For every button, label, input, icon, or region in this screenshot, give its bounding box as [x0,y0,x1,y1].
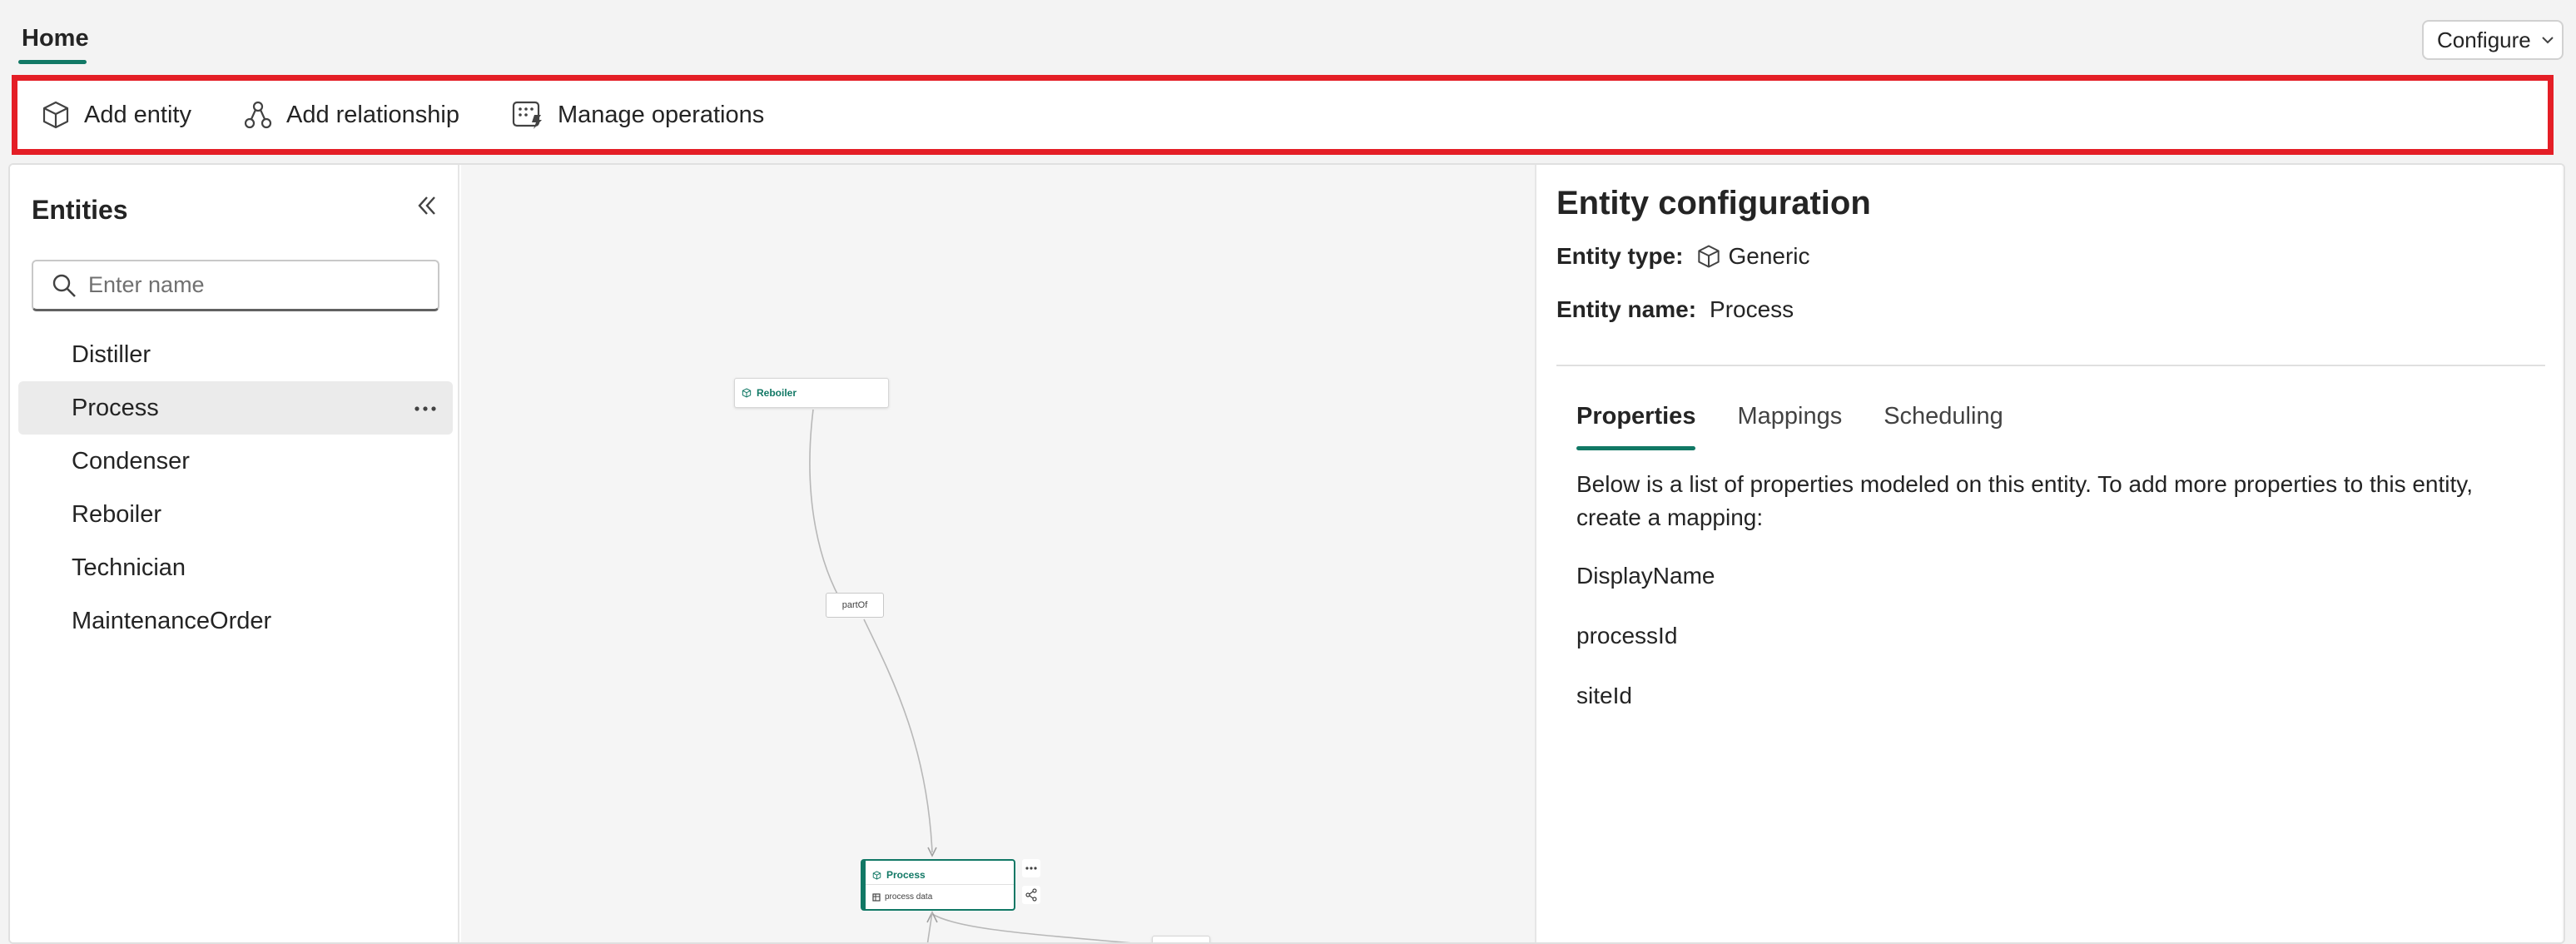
property-item: processId [1576,623,1678,648]
entity-search-input[interactable] [88,272,421,298]
add-relationship-button[interactable]: Add relationship [243,90,459,140]
entity-item-reboiler[interactable]: Reboiler [18,488,453,541]
manage-operations-button[interactable]: Manage operations [511,90,764,140]
config-tabs: Properties Mappings Scheduling [1576,403,2045,455]
table-icon [872,892,881,902]
top-bar: Home Configure [0,0,2576,75]
entity-name-row: Entity name: Process [1556,296,1794,323]
entity-item-label: Technician [72,554,186,581]
entity-configuration-pane: Entity configuration Entity type: Generi… [1535,165,2564,942]
entity-item-condenser[interactable]: Condenser [18,435,453,488]
graph-node-subtitle: process data [872,892,932,902]
add-entity-label: Add entity [84,101,191,128]
collapse-pane-icon[interactable] [414,193,439,222]
cube-icon [742,388,752,398]
entity-search-box[interactable] [32,260,439,311]
config-title: Entity configuration [1556,185,1871,221]
node-more-options-icon[interactable] [1022,859,1040,877]
graph-edges [809,409,1131,942]
entities-title: Entities [32,195,128,225]
divider [1556,365,2545,366]
divider [866,884,1014,885]
node-share-icon[interactable] [1022,886,1040,904]
configure-button[interactable]: Configure [2422,20,2564,60]
more-options-icon[interactable] [413,398,438,425]
entities-pane: Entities Distiller Process Condenser Reb… [10,165,459,942]
entity-item-label: MaintenanceOrder [72,607,272,634]
entity-item-process[interactable]: Process [18,381,453,435]
tab-mappings[interactable]: Mappings [1737,403,1842,455]
entity-type-label: Entity type: [1556,243,1684,269]
relationship-icon [244,101,272,129]
entity-name-label: Entity name: [1556,296,1697,322]
graph-node-partial[interactable] [1152,936,1210,942]
manage-operations-icon [512,101,542,129]
graph-node-sublabel: process data [885,892,933,902]
add-entity-button[interactable]: Add entity [41,90,191,140]
chevron-down-icon [2541,36,2554,44]
graph-node-process[interactable]: Process process data [861,859,1015,911]
cube-icon [1698,245,1720,268]
scrollbar[interactable] [2562,165,2564,942]
entity-type-value: Generic [1696,243,1810,270]
graph-node-reboiler[interactable]: Reboiler [734,378,889,408]
property-item: DisplayName [1576,563,1715,589]
entity-item-distiller[interactable]: Distiller [18,328,453,381]
tab-scheduling[interactable]: Scheduling [1884,403,2003,455]
search-icon [52,274,76,297]
entity-list: Distiller Process Condenser Reboiler Tec… [18,328,453,648]
ribbon-toolbar: Add entity Add relationship Manage opera… [12,75,2554,155]
manage-operations-label: Manage operations [557,101,765,128]
add-relationship-label: Add relationship [285,101,459,128]
configure-label: Configure [2437,27,2531,52]
entity-item-technician[interactable]: Technician [18,541,453,594]
graph-edge-label[interactable]: partOf [826,593,884,618]
tab-properties[interactable]: Properties [1576,403,1696,455]
entity-type-row: Entity type: Generic [1556,243,1810,270]
entity-item-label: Process [72,394,159,421]
graph-node-title: Process [872,869,926,881]
main-panel: Entities Distiller Process Condenser Reb… [8,163,2565,944]
entity-item-label: Distiller [72,340,151,368]
cube-icon [872,870,881,880]
entity-item-label: Reboiler [72,500,161,528]
entity-item-maintenanceorder[interactable]: MaintenanceOrder [18,594,453,648]
graph-node-label: Reboiler [757,387,797,399]
cube-icon [42,101,69,129]
entity-item-label: Condenser [72,447,190,474]
properties-description: Below is a list of properties modeled on… [1576,471,2473,530]
tab-home[interactable]: Home [22,25,89,52]
property-item: siteId [1576,683,1632,708]
tab-home-indicator [18,60,87,64]
entity-type-text: Generic [1728,243,1810,269]
graph-node-label: Process [886,869,926,881]
graph-canvas[interactable]: Reboiler partOf Process process data [461,165,1535,942]
entity-name-value: Process [1710,296,1794,322]
